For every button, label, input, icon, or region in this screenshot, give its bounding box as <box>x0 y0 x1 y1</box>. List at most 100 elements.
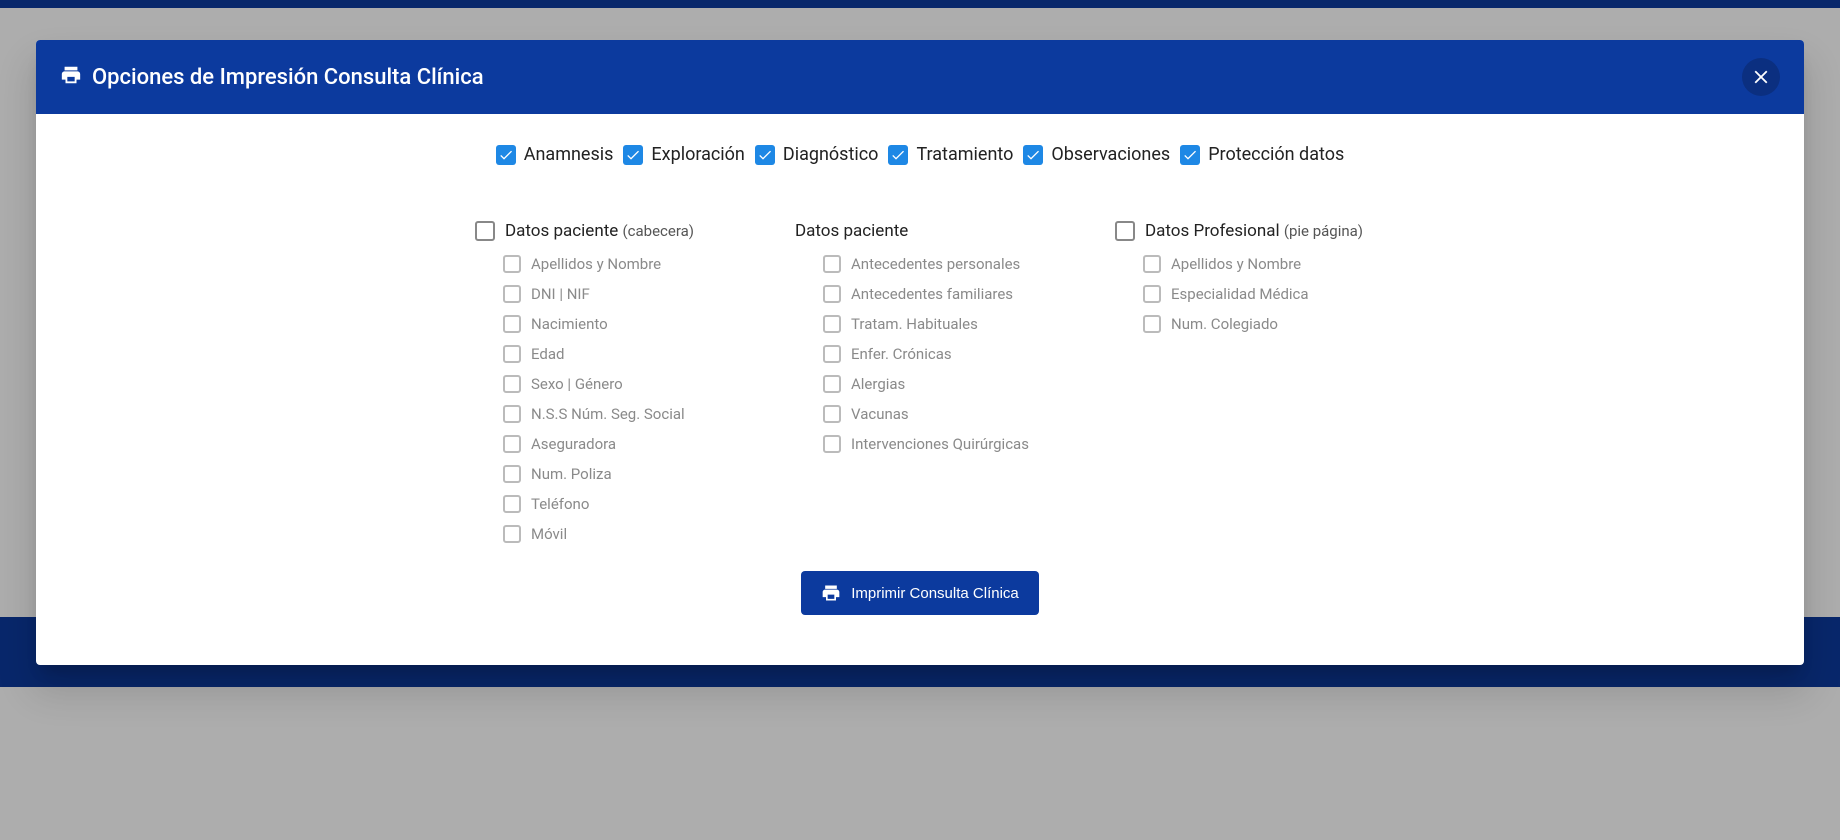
checkbox-icon <box>1143 315 1161 333</box>
modal-title: Opciones de Impresión Consulta Clínica <box>92 65 484 90</box>
checkbox-icon <box>503 435 521 453</box>
label-diagnostico: Diagnóstico <box>783 144 879 165</box>
item-label: Sexo | Género <box>531 375 623 393</box>
close-button[interactable] <box>1742 58 1780 96</box>
check-icon <box>755 145 775 165</box>
checkbox-icon <box>823 345 841 363</box>
checkbox-proteccion-datos[interactable]: Protección datos <box>1180 144 1344 165</box>
checkbox-icon <box>503 495 521 513</box>
item-tratam-habituales[interactable]: Tratam. Habituales <box>823 315 1045 333</box>
item-label: Antecedentes personales <box>851 255 1020 273</box>
checkbox-datos-paciente-cabecera[interactable] <box>475 221 495 241</box>
item-label: Móvil <box>531 525 567 543</box>
column-datos-paciente-antecedentes: Datos paciente Antecedentes personales A… <box>795 221 1045 543</box>
checkbox-icon <box>1143 285 1161 303</box>
col3-title: Datos Profesional <box>1145 221 1280 241</box>
checkbox-icon <box>503 375 521 393</box>
col1-title: Datos paciente <box>505 221 618 241</box>
item-enfer-cronicas[interactable]: Enfer. Crónicas <box>823 345 1045 363</box>
item-label: Num. Poliza <box>531 465 612 483</box>
item-label: Num. Colegiado <box>1171 315 1278 333</box>
checkbox-icon <box>503 255 521 273</box>
item-edad[interactable]: Edad <box>503 345 725 363</box>
checkbox-icon <box>823 375 841 393</box>
item-label: Alergias <box>851 375 905 393</box>
print-icon <box>821 583 841 603</box>
item-antecedentes-familiares[interactable]: Antecedentes familiares <box>823 285 1045 303</box>
check-icon <box>1023 145 1043 165</box>
item-dni-nif[interactable]: DNI | NIF <box>503 285 725 303</box>
close-icon <box>1750 66 1772 88</box>
print-button[interactable]: Imprimir Consulta Clínica <box>801 571 1039 615</box>
checkbox-icon <box>823 435 841 453</box>
check-icon <box>623 145 643 165</box>
item-label: Apellidos y Nombre <box>1171 255 1301 273</box>
item-movil[interactable]: Móvil <box>503 525 725 543</box>
col3-header[interactable]: Datos Profesional (pie página) <box>1115 221 1365 241</box>
checkbox-icon <box>503 345 521 363</box>
checkbox-tratamiento[interactable]: Tratamiento <box>888 144 1013 165</box>
item-apellidos-nombre[interactable]: Apellidos y Nombre <box>503 255 725 273</box>
item-aseguradora[interactable]: Aseguradora <box>503 435 725 453</box>
checkbox-icon <box>503 405 521 423</box>
columns: Datos paciente (cabecera) Apellidos y No… <box>76 221 1764 543</box>
modal-body: Anamnesis Exploración Diagnóstico Tratam… <box>36 114 1804 665</box>
modal-header-left: Opciones de Impresión Consulta Clínica <box>60 64 484 90</box>
checkbox-exploracion[interactable]: Exploración <box>623 144 744 165</box>
check-icon <box>888 145 908 165</box>
col3-paren: (pie página) <box>1284 222 1363 240</box>
item-prof-apellidos-nombre[interactable]: Apellidos y Nombre <box>1143 255 1365 273</box>
label-anamnesis: Anamnesis <box>524 144 614 165</box>
item-nacimiento[interactable]: Nacimiento <box>503 315 725 333</box>
checkbox-icon <box>503 525 521 543</box>
check-icon <box>496 145 516 165</box>
label-observaciones: Observaciones <box>1051 144 1170 165</box>
item-label: Especialidad Médica <box>1171 285 1309 303</box>
checkbox-observaciones[interactable]: Observaciones <box>1023 144 1170 165</box>
item-label: Teléfono <box>531 495 589 513</box>
checkbox-icon <box>503 285 521 303</box>
checkbox-icon <box>823 285 841 303</box>
item-sexo-genero[interactable]: Sexo | Género <box>503 375 725 393</box>
checkbox-icon <box>823 255 841 273</box>
item-label: Enfer. Crónicas <box>851 345 952 363</box>
item-telefono[interactable]: Teléfono <box>503 495 725 513</box>
item-num-poliza[interactable]: Num. Poliza <box>503 465 725 483</box>
modal-footer: Imprimir Consulta Clínica <box>76 543 1764 645</box>
item-label: Intervenciones Quirúrgicas <box>851 435 1029 453</box>
label-proteccion-datos: Protección datos <box>1208 144 1344 165</box>
checkbox-icon <box>823 405 841 423</box>
checkbox-icon <box>503 315 521 333</box>
column-datos-profesional: Datos Profesional (pie página) Apellidos… <box>1115 221 1365 543</box>
item-label: Nacimiento <box>531 315 608 333</box>
item-num-colegiado[interactable]: Num. Colegiado <box>1143 315 1365 333</box>
item-label: DNI | NIF <box>531 285 590 303</box>
item-label: Edad <box>531 345 564 363</box>
item-especialidad-medica[interactable]: Especialidad Médica <box>1143 285 1365 303</box>
checkbox-icon <box>823 315 841 333</box>
checkbox-anamnesis[interactable]: Anamnesis <box>496 144 614 165</box>
checkbox-datos-profesional[interactable] <box>1115 221 1135 241</box>
item-vacunas[interactable]: Vacunas <box>823 405 1045 423</box>
col1-header[interactable]: Datos paciente (cabecera) <box>475 221 725 241</box>
item-intervenciones-quirurgicas[interactable]: Intervenciones Quirúrgicas <box>823 435 1045 453</box>
top-options-row: Anamnesis Exploración Diagnóstico Tratam… <box>76 144 1764 165</box>
col2-list: Antecedentes personales Antecedentes fam… <box>795 255 1045 453</box>
item-alergias[interactable]: Alergias <box>823 375 1045 393</box>
checkbox-icon <box>1143 255 1161 273</box>
modal-header: Opciones de Impresión Consulta Clínica <box>36 40 1804 114</box>
item-label: Vacunas <box>851 405 909 423</box>
checkbox-icon <box>503 465 521 483</box>
print-button-label: Imprimir Consulta Clínica <box>851 585 1019 602</box>
item-label: Aseguradora <box>531 435 616 453</box>
item-antecedentes-personales[interactable]: Antecedentes personales <box>823 255 1045 273</box>
item-label: Apellidos y Nombre <box>531 255 661 273</box>
item-label: Antecedentes familiares <box>851 285 1013 303</box>
col1-paren: (cabecera) <box>623 222 695 240</box>
item-label: N.S.S Núm. Seg. Social <box>531 405 685 423</box>
col2-title: Datos paciente <box>795 221 908 241</box>
item-label: Tratam. Habituales <box>851 315 978 333</box>
print-options-modal: Opciones de Impresión Consulta Clínica A… <box>36 40 1804 665</box>
item-nss[interactable]: N.S.S Núm. Seg. Social <box>503 405 725 423</box>
checkbox-diagnostico[interactable]: Diagnóstico <box>755 144 879 165</box>
